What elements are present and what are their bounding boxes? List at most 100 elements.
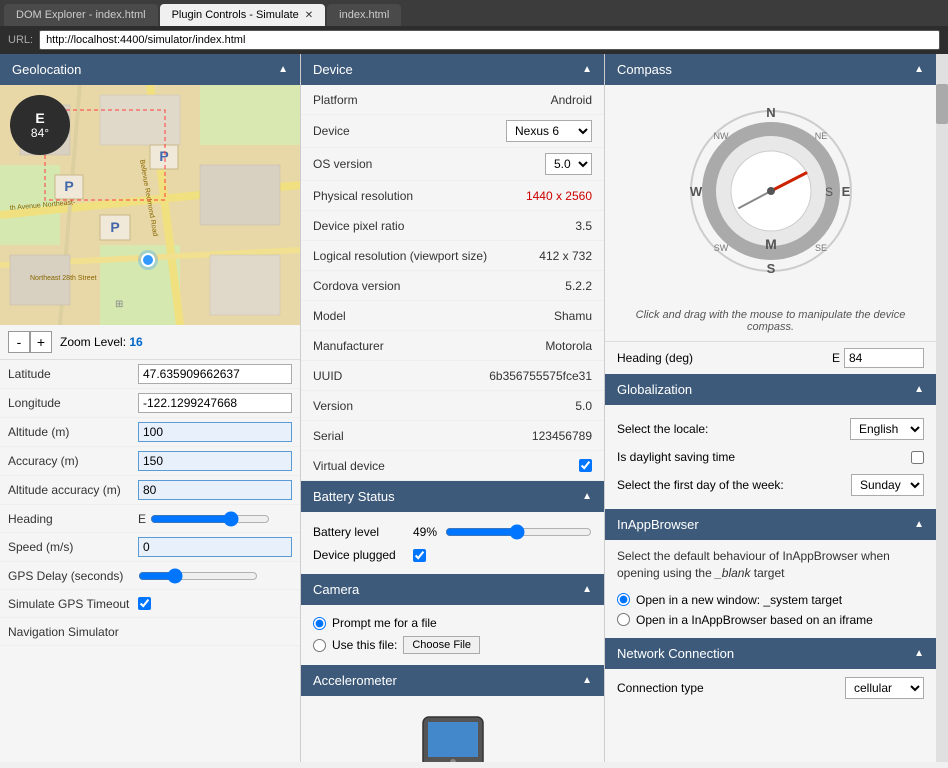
camera-prompt-radio[interactable] <box>313 617 326 630</box>
iab-option1-radio[interactable] <box>617 593 630 606</box>
accelerometer-diagram <box>403 712 503 762</box>
accelerometer-header[interactable]: Accelerometer ▲ <box>301 665 604 696</box>
tab-plugin-controls[interactable]: Plugin Controls - Simulate ✕ <box>160 4 326 26</box>
serial-label: Serial <box>313 429 532 443</box>
simulate-timeout-checkbox[interactable] <box>138 597 151 610</box>
compass-area: N E S W NE SE SW NW M S <box>605 85 936 305</box>
geo-map[interactable]: P P P th Avenue Northeast- Northeast 28t… <box>0 85 300 325</box>
speed-input[interactable] <box>138 537 292 557</box>
accuracy-row: Accuracy (m) <box>0 447 300 476</box>
device-title: Device <box>313 62 353 77</box>
phys-res-row: Physical resolution 1440 x 2560 <box>301 181 604 211</box>
iab-description: Select the default behaviour of InAppBro… <box>617 548 924 582</box>
svg-text:S: S <box>766 261 775 276</box>
accelerometer-section <box>301 696 604 762</box>
url-label: URL: <box>8 34 33 46</box>
speed-row: Speed (m/s) <box>0 533 300 562</box>
compass-circle[interactable]: N E S W NE SE SW NW M S <box>681 101 861 281</box>
battery-header[interactable]: Battery Status ▲ <box>301 481 604 512</box>
battery-title: Battery Status <box>313 489 395 504</box>
network-header[interactable]: Network Connection ▲ <box>605 638 936 669</box>
alt-accuracy-input[interactable] <box>138 480 292 500</box>
compass-header[interactable]: Compass ▲ <box>605 54 936 85</box>
globalization-header[interactable]: Globalization ▲ <box>605 374 936 405</box>
camera-file-label: Use this file: <box>332 638 397 652</box>
svg-text:P: P <box>110 219 119 235</box>
daylight-checkbox[interactable] <box>911 451 924 464</box>
altitude-input[interactable] <box>138 422 292 442</box>
gps-delay-slider[interactable] <box>138 568 258 584</box>
virtual-row: Virtual device <box>301 451 604 481</box>
compass-chevron: ▲ <box>914 64 924 75</box>
manufacturer-label: Manufacturer <box>313 339 545 353</box>
device-header[interactable]: Device ▲ <box>301 54 604 85</box>
device-select-label: Device <box>313 124 506 138</box>
first-day-select[interactable]: Sunday Monday <box>851 474 924 496</box>
os-select[interactable]: 5.0 4.4 6.0 <box>545 153 592 175</box>
svg-text:E: E <box>841 184 850 199</box>
tab-close-icon[interactable]: ✕ <box>305 10 313 21</box>
simulate-timeout-row: Simulate GPS Timeout <box>0 590 300 618</box>
tab-index[interactable]: index.html <box>327 4 401 26</box>
device-plugged-checkbox[interactable] <box>413 549 426 562</box>
scrollbar-track[interactable] <box>936 54 948 762</box>
device-select[interactable]: Nexus 6 Nexus 5 Galaxy S6 <box>506 120 592 142</box>
locale-row: Select the locale: English French German <box>617 413 924 445</box>
svg-text:S: S <box>824 185 832 199</box>
battery-plugged-row: Device plugged <box>313 544 592 566</box>
camera-prompt-row: Prompt me for a file <box>313 613 592 633</box>
compass-heading-input[interactable] <box>844 348 924 368</box>
globalization-chevron: ▲ <box>914 384 924 395</box>
longitude-input[interactable] <box>138 393 292 413</box>
first-day-row: Select the first day of the week: Sunday… <box>617 469 924 501</box>
camera-title: Camera <box>313 582 359 597</box>
tab-dom-explorer[interactable]: DOM Explorer - index.html <box>4 4 158 26</box>
first-day-label: Select the first day of the week: <box>617 478 843 492</box>
geolocation-header[interactable]: Geolocation ▲ <box>0 54 300 85</box>
tab-dom-label: DOM Explorer - index.html <box>16 9 146 21</box>
heading-slider[interactable] <box>150 511 270 527</box>
battery-level-label: Battery level <box>313 525 413 539</box>
camera-file-radio[interactable] <box>313 639 326 652</box>
zoom-out-button[interactable]: - <box>8 331 30 353</box>
alt-accuracy-label: Altitude accuracy (m) <box>8 483 138 497</box>
iab-option2-radio[interactable] <box>617 613 630 626</box>
svg-text:SE: SE <box>814 243 826 253</box>
altitude-row: Altitude (m) <box>0 418 300 447</box>
center-panel: Device ▲ Platform Android Device Nexus 6… <box>300 54 605 762</box>
serial-row: Serial 123456789 <box>301 421 604 451</box>
longitude-row: Longitude <box>0 389 300 418</box>
camera-header[interactable]: Camera ▲ <box>301 574 604 605</box>
model-row: Model Shamu <box>301 301 604 331</box>
map-compass-deg: 84° <box>31 126 49 140</box>
locale-select[interactable]: English French German <box>850 418 924 440</box>
browser-chrome: DOM Explorer - index.html Plugin Control… <box>0 0 948 54</box>
svg-text:N: N <box>766 105 775 120</box>
accuracy-label: Accuracy (m) <box>8 454 138 468</box>
iab-section: Select the default behaviour of InAppBro… <box>605 540 936 638</box>
accuracy-input[interactable] <box>138 451 292 471</box>
zoom-in-button[interactable]: + <box>30 331 52 353</box>
model-value: Shamu <box>554 309 592 323</box>
iab-desc-italic: _blank <box>715 566 750 580</box>
connection-type-label: Connection type <box>617 681 845 695</box>
connection-type-select[interactable]: cellular wifi none unknown <box>845 677 924 699</box>
model-label: Model <box>313 309 554 323</box>
battery-pct-value: 49% <box>413 525 437 539</box>
connection-type-row: Connection type cellular wifi none unkno… <box>617 677 924 699</box>
compass-title: Compass <box>617 62 672 77</box>
tab-index-label: index.html <box>339 9 389 21</box>
compass-hint: Click and drag with the mouse to manipul… <box>605 305 936 341</box>
scrollbar-thumb[interactable] <box>936 84 948 124</box>
manufacturer-row: Manufacturer Motorola <box>301 331 604 361</box>
serial-value: 123456789 <box>532 429 592 443</box>
latitude-input[interactable] <box>138 364 292 384</box>
gps-delay-row: GPS Delay (seconds) <box>0 562 300 590</box>
virtual-device-checkbox[interactable] <box>579 459 592 472</box>
iab-option1-row: Open in a new window: _system target <box>617 590 924 610</box>
svg-text:SW: SW <box>713 243 728 253</box>
iab-header[interactable]: InAppBrowser ▲ <box>605 509 936 540</box>
battery-slider[interactable] <box>445 524 592 540</box>
url-input[interactable] <box>39 30 940 50</box>
choose-file-button[interactable]: Choose File <box>403 636 480 654</box>
